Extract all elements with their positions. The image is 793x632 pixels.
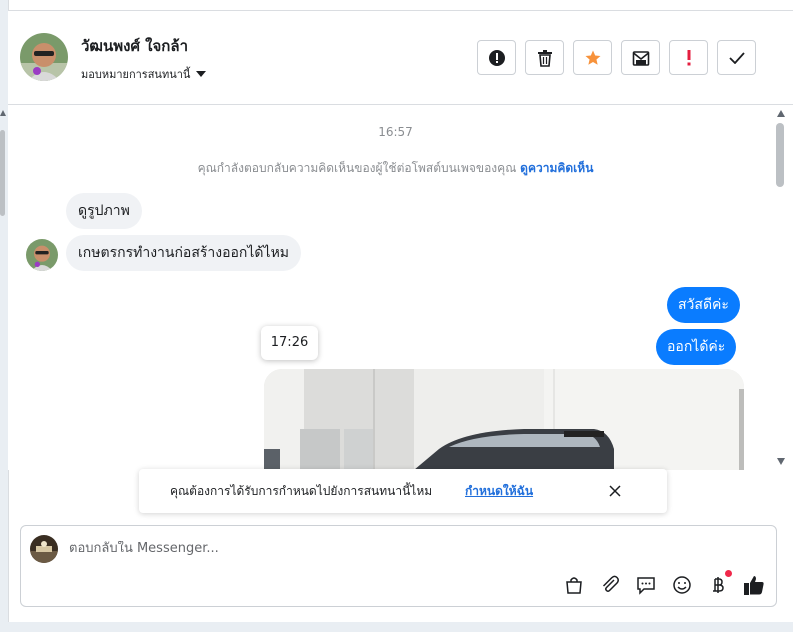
left-scrollbar[interactable] (0, 110, 6, 590)
delete-button[interactable] (525, 40, 564, 75)
star-icon (585, 50, 600, 65)
paperclip-icon (602, 575, 619, 592)
incoming-message[interactable]: เกษตรกรทำงานก่อสร้างออกได้ไหม (66, 235, 302, 271)
close-button[interactable] (607, 483, 623, 499)
reply-notice: คุณกำลังตอบกลับความคิดเห็นของผู้ใช้ต่อโพ… (8, 159, 783, 178)
notice-text: คุณกำลังตอบกลับความคิดเห็นของผู้ใช้ต่อโพ… (197, 161, 517, 175)
envelope-icon (632, 50, 649, 66)
scroll-thumb[interactable] (0, 130, 5, 216)
scroll-down-arrow[interactable] (777, 458, 785, 465)
banner-text: คุณต้องการได้รับการกำหนดไปยังการสนทนานี้… (170, 484, 433, 498)
right-scrollbar[interactable] (775, 105, 785, 470)
outgoing-message[interactable]: สวัสดีค่ะ (667, 287, 740, 323)
assign-banner: คุณต้องการได้รับการกำหนดไปยังการสนทนานี้… (139, 469, 667, 513)
alert-circle-icon (488, 49, 505, 66)
emoji-button[interactable] (670, 573, 694, 597)
time-tooltip: 17:26 (261, 326, 318, 360)
attach-button[interactable] (598, 573, 622, 597)
thumbs-up-icon (744, 576, 764, 595)
scroll-up-arrow[interactable] (777, 110, 785, 117)
contact-name[interactable]: วัฒนพงศ์ ใจกล้า (81, 34, 188, 58)
scroll-thumb[interactable] (776, 123, 784, 187)
avatar[interactable] (20, 33, 68, 81)
bag-icon (566, 577, 582, 594)
photo-attachment[interactable] (264, 369, 744, 470)
star-button[interactable] (573, 40, 612, 75)
notification-dot (725, 570, 732, 577)
scroll-up-arrow[interactable] (0, 110, 6, 116)
assign-conversation-dropdown[interactable]: มอบหมายการสนทนานี้ (81, 65, 207, 83)
page-avatar (30, 535, 58, 563)
assign-to-me-link[interactable]: กำหนดให้ฉัน (465, 482, 533, 501)
reply-input[interactable] (69, 541, 549, 556)
baht-icon (713, 577, 724, 593)
mark-unread-button[interactable] (621, 40, 660, 75)
view-comment-link[interactable]: ดูความคิดเห็น (520, 161, 593, 175)
caret-down-icon (196, 71, 207, 77)
sender-avatar[interactable] (26, 239, 58, 271)
check-icon (728, 51, 745, 64)
emoji-icon (673, 576, 691, 594)
comment-button[interactable] (634, 573, 658, 597)
like-button[interactable] (742, 573, 766, 597)
close-icon (609, 485, 621, 497)
trash-icon (537, 49, 552, 67)
saved-replies-button[interactable] (562, 573, 586, 597)
assign-label: มอบหมายการสนทนานี้ (81, 68, 191, 81)
report-spam-button[interactable] (477, 40, 516, 75)
exclamation-icon (687, 49, 690, 65)
message-composer (20, 525, 777, 607)
composer-tools (562, 570, 766, 597)
important-button[interactable] (669, 40, 708, 75)
incoming-message[interactable]: ดูรูปภาพ (66, 193, 142, 229)
done-button[interactable] (717, 40, 756, 75)
timestamp: 16:57 (378, 125, 413, 139)
header-actions (477, 40, 756, 75)
payment-button[interactable] (706, 570, 732, 597)
outgoing-message[interactable]: ออกได้ค่ะ (656, 329, 737, 365)
conversation-header: วัฒนพงศ์ ใจกล้า มอบหมายการสนทนานี้ (8, 11, 793, 105)
chat-icon (637, 577, 655, 595)
conversation-thread[interactable]: 16:57 คุณกำลังตอบกลับความคิดเห็นของผู้ใช… (8, 105, 793, 470)
